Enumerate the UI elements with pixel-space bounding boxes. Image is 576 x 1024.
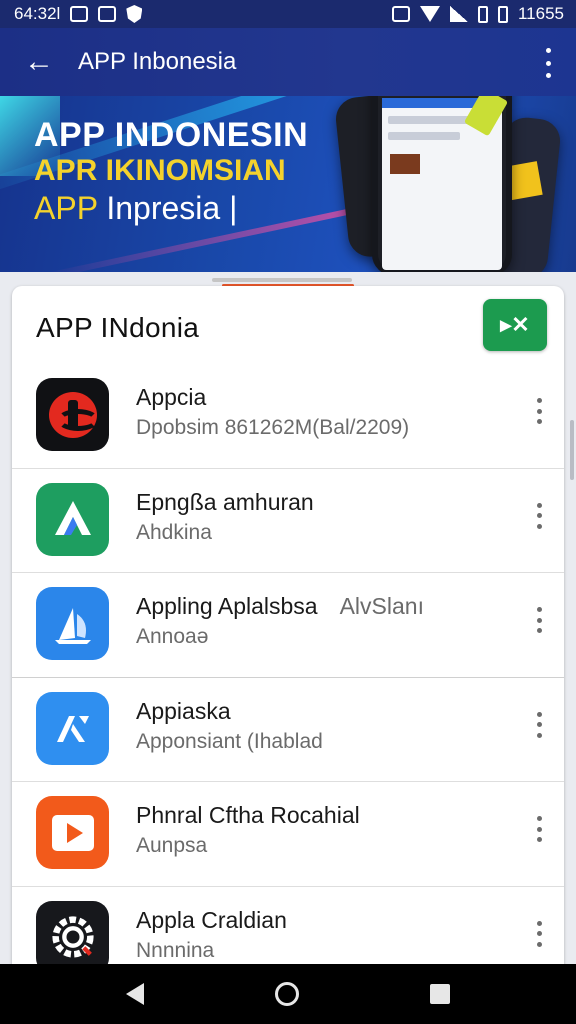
status-right: 11655 — [391, 4, 564, 24]
more-vert-icon — [536, 502, 542, 508]
more-vert-icon — [536, 398, 542, 403]
red-circle-icon — [36, 378, 109, 451]
more-vert-icon — [536, 920, 542, 926]
more-vert-dot — [536, 523, 542, 529]
phone-screen-thumbnail — [390, 154, 420, 174]
app-title: Phnral Cftha Rocahial — [136, 802, 360, 829]
play-frame — [51, 814, 94, 851]
scrollbar[interactable] — [570, 420, 574, 480]
more-vert-icon — [536, 711, 542, 717]
blue-sail-icon — [36, 587, 109, 661]
more-vert-icon — [536, 816, 542, 822]
status-clock: 11655 — [517, 4, 564, 23]
page-title: APP Inbonesia — [78, 48, 237, 75]
item-menu-button[interactable] — [534, 920, 544, 947]
action-button[interactable]: ▸✕ — [483, 299, 547, 351]
nav-home-icon[interactable] — [274, 982, 299, 1006]
app-subtitle: Dpobsim 861262M(Bal/2209) — [136, 416, 410, 439]
more-vert-dot — [536, 837, 542, 843]
banner-tagline: APP Inpresia | — [34, 190, 237, 227]
list-item[interactable]: Phnral Cftha Rocahial Aunpsa — [12, 782, 564, 887]
more-vert-dot — [536, 628, 542, 634]
app-title: Appling Aplalsbsa AlvSlanı — [136, 593, 424, 620]
overflow-menu-button[interactable] — [538, 48, 558, 78]
drag-handle[interactable] — [212, 278, 352, 282]
app-title: Appcia — [136, 384, 207, 410]
more-vert-icon — [536, 607, 542, 613]
nfc-icon — [391, 6, 410, 22]
nav-recents-icon[interactable] — [430, 984, 451, 1004]
banner-tagline-suffix: Inpresia | — [106, 190, 238, 226]
notification-icon — [70, 6, 89, 22]
status-left: 64:32l — [14, 4, 143, 24]
shield-icon — [126, 5, 143, 23]
status-bar: 64:32l 11655 — [0, 0, 576, 28]
item-menu-button[interactable] — [534, 398, 544, 424]
signal-icon — [449, 6, 468, 22]
banner-headline: APP INDONESIN — [34, 116, 309, 154]
play-close-icon: ▸✕ — [500, 312, 530, 337]
app-title: Appiaska — [136, 697, 231, 724]
status-time: 64:32l — [14, 4, 61, 23]
app-subtitle: Aunpsa — [136, 834, 208, 858]
card-header: APP INdonia ▸✕ — [12, 286, 564, 366]
item-menu-button[interactable] — [534, 711, 544, 738]
play-triangle — [66, 822, 83, 843]
sail-logo-icon — [54, 607, 91, 644]
more-vert-dot — [536, 617, 542, 623]
app-title-main: Appling Aplalsbsa — [136, 593, 318, 620]
list-item[interactable]: Appcia Dpobsim 861262M(Bal/2209) — [12, 364, 564, 469]
green-triangle-icon — [36, 482, 109, 556]
app-subtitle: Ahdkina — [136, 520, 212, 544]
back-button[interactable]: ← — [0, 28, 78, 96]
app-title-extra: AlvSlanı — [339, 593, 424, 620]
more-vert-dot — [536, 408, 542, 414]
more-vert-dot — [536, 826, 542, 832]
more-vert-dot — [545, 73, 551, 78]
app-list: Appcia Dpobsim 861262M(Bal/2209) Epngßa … — [12, 364, 564, 986]
more-vert-dot — [545, 60, 551, 66]
phone-screen-row — [388, 132, 460, 140]
red-circle-inner — [48, 391, 99, 438]
banner-subheadline: APR IKINOMSIAN — [34, 154, 286, 187]
app-subtitle: Apponsiant (Ihablad — [136, 729, 323, 753]
orange-play-icon — [36, 796, 109, 870]
list-item[interactable]: Appling Aplalsbsa AlvSlanı Annoaə — [12, 573, 564, 678]
app-list-card: APP INdonia ▸✕ Appcia Dpobsim 861262M(Ba… — [12, 286, 564, 986]
more-vert-dot — [536, 722, 542, 728]
app-title: Appla Craldian — [136, 906, 287, 933]
a-logo-icon — [56, 716, 89, 743]
more-vert-dot — [536, 419, 542, 424]
app-bar: ← APP Inbonesia — [0, 28, 576, 96]
nav-back-icon[interactable] — [125, 983, 144, 1005]
clipboard-icon — [98, 6, 117, 22]
more-vert-dot — [536, 513, 542, 519]
list-item[interactable]: Epngßa amhuran Ahdkina — [12, 469, 564, 574]
more-vert-dot — [536, 941, 542, 947]
card-title: APP INdonia — [36, 312, 200, 343]
banner-tagline-prefix: APP — [34, 190, 107, 226]
app-subtitle: Annoaə — [136, 625, 209, 649]
system-nav-bar — [0, 964, 576, 1024]
arrow-back-icon: ← — [24, 45, 54, 78]
more-vert-dot — [536, 732, 542, 738]
item-menu-button[interactable] — [534, 816, 544, 843]
gear-logo-icon — [51, 916, 94, 959]
app-title: Epngßa amhuran — [136, 488, 314, 515]
more-vert-dot — [536, 931, 542, 937]
list-item[interactable]: Appiaska Apponsiant (Ihablad — [12, 678, 564, 783]
app-subtitle: Nnnnina — [136, 938, 215, 962]
item-menu-button[interactable] — [534, 607, 544, 634]
wifi-icon — [419, 6, 440, 22]
blue-a-icon — [36, 691, 109, 765]
battery-icon — [477, 5, 488, 23]
promo-banner[interactable]: APP INDONESIN APR IKINOMSIAN APP Inpresi… — [0, 96, 576, 272]
battery-saver-icon — [497, 5, 508, 23]
more-vert-icon — [545, 48, 551, 53]
triangle-logo-icon — [54, 501, 91, 536]
item-menu-button[interactable] — [534, 502, 544, 529]
